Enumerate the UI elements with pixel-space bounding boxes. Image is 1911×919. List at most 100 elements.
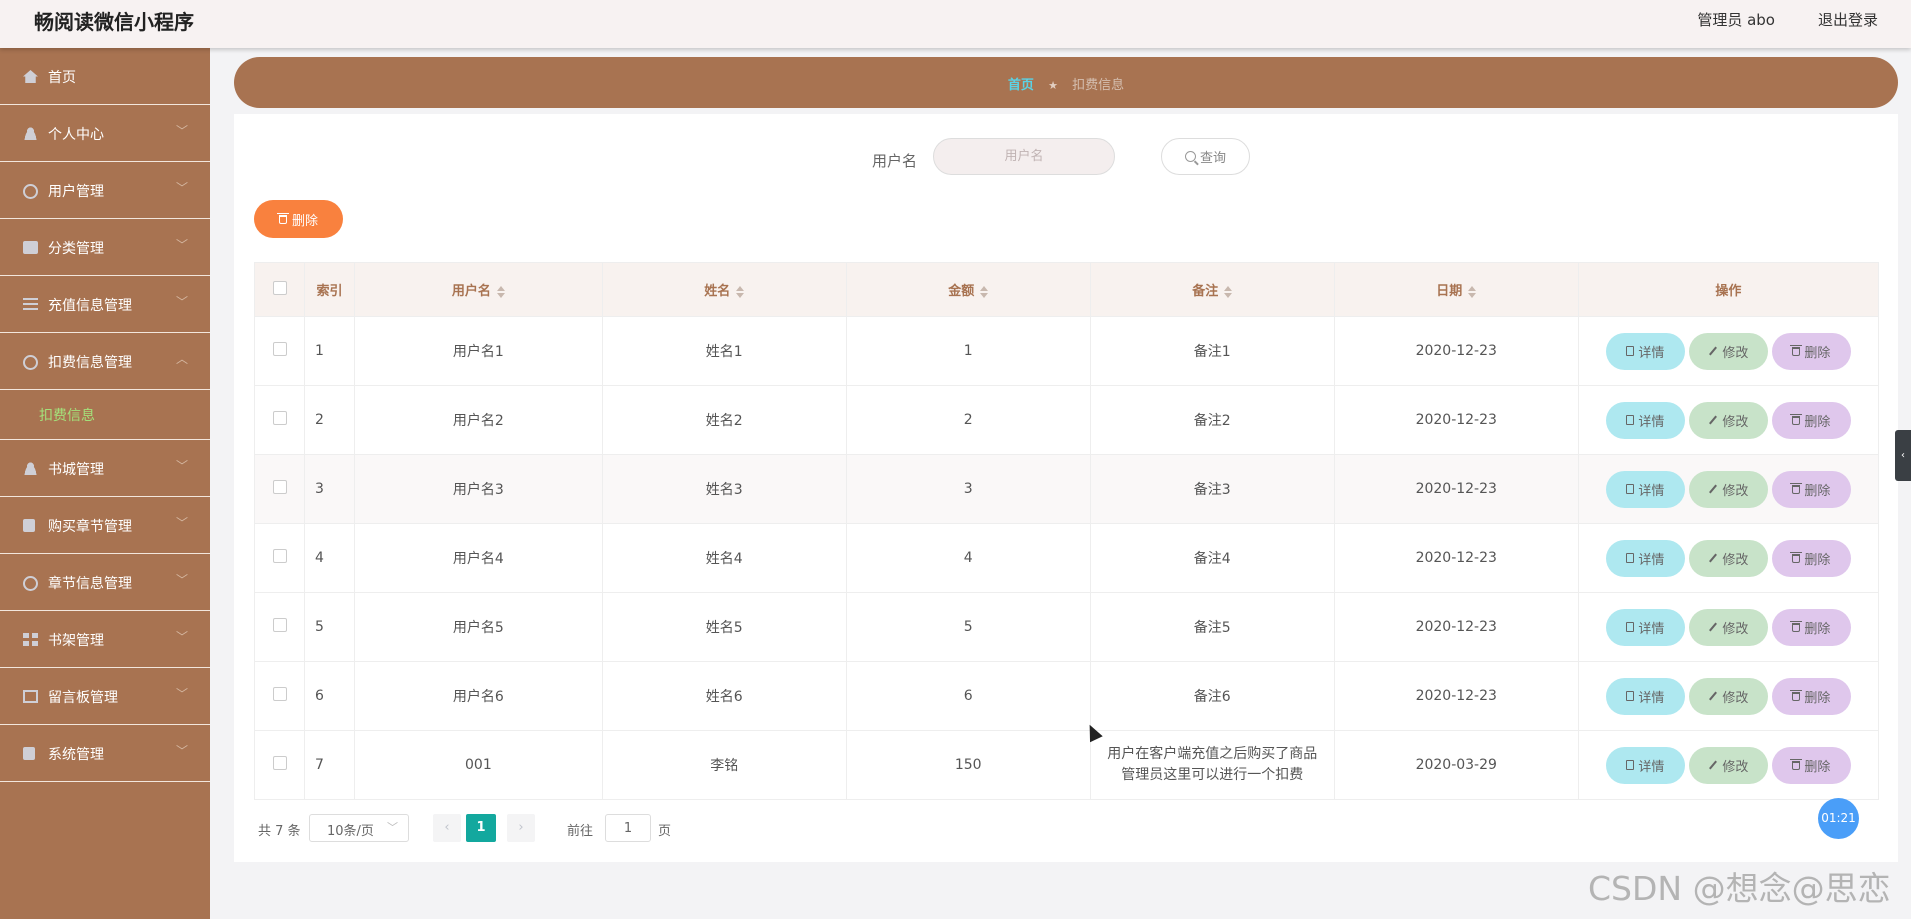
- loading-icon: [23, 355, 38, 370]
- cell-index: 2: [304, 385, 356, 455]
- detail-button[interactable]: 详情: [1605, 401, 1685, 439]
- goto-page-input[interactable]: [605, 814, 651, 842]
- delete-button[interactable]: 删除: [1771, 332, 1851, 370]
- table-row: 3 用户名3 姓名3 3 备注3 2020-12-23 详情 修改 删除: [253, 454, 1880, 524]
- edit-label: 修改: [1722, 483, 1749, 499]
- trash-icon: [1790, 482, 1803, 494]
- edit-label: 修改: [1722, 690, 1749, 706]
- sort-icon[interactable]: [496, 285, 505, 298]
- bulk-delete-button[interactable]: 删除: [254, 200, 343, 238]
- breadcrumb-home[interactable]: 首页: [1008, 78, 1034, 93]
- sort-icon[interactable]: [1224, 285, 1233, 298]
- page-suffix: 页: [658, 824, 672, 839]
- detail-button[interactable]: 详情: [1605, 608, 1685, 646]
- cell-username: 001: [354, 730, 603, 800]
- cell-amount: 1: [845, 316, 1091, 386]
- cell-date: 2020-12-23: [1333, 523, 1579, 593]
- edit-button[interactable]: 修改: [1688, 677, 1768, 715]
- table-row: 6 用户名6 姓名6 6 备注6 2020-12-23 详情 修改 删除: [253, 661, 1880, 731]
- col-username[interactable]: 用户名: [354, 262, 603, 317]
- row-checkbox[interactable]: [272, 342, 287, 356]
- document-icon: [1626, 622, 1635, 632]
- edit-button[interactable]: 修改: [1688, 332, 1768, 370]
- row-checkbox[interactable]: [272, 549, 287, 563]
- delete-button[interactable]: 删除: [1771, 401, 1851, 439]
- detail-button[interactable]: 详情: [1605, 470, 1685, 508]
- cell-actions: 详情 修改 删除: [1577, 316, 1880, 386]
- col-note-label: 备注: [1192, 284, 1219, 299]
- detail-label: 详情: [1638, 621, 1665, 637]
- sidebar-item-profile[interactable]: 个人中心 ﹀: [0, 105, 210, 162]
- col-note[interactable]: 备注: [1089, 262, 1335, 317]
- cell-name: 姓名1: [601, 316, 847, 386]
- table-row: 1 用户名1 姓名1 1 备注1 2020-12-23 详情 修改 删除: [253, 316, 1880, 386]
- sort-icon[interactable]: [980, 285, 989, 298]
- page-1-button[interactable]: 1: [466, 814, 496, 842]
- edit-button[interactable]: 修改: [1688, 746, 1768, 784]
- next-page-button[interactable]: ›: [507, 814, 535, 842]
- cell-name: 姓名5: [601, 592, 847, 662]
- row-checkbox[interactable]: [272, 687, 287, 701]
- sidebar-item-home[interactable]: 首页: [0, 48, 210, 105]
- sidebar-item-recharge[interactable]: 充值信息管理 ﹀: [0, 276, 210, 333]
- sidebar-subitem-deduction-info[interactable]: 扣费信息: [0, 390, 210, 440]
- cell-username: 用户名5: [354, 592, 603, 662]
- sidebar-item-label: 书城管理: [48, 462, 104, 478]
- trash-icon: [1790, 344, 1803, 356]
- sidebar-item-bookshelf[interactable]: 书架管理 ﹀: [0, 611, 210, 668]
- detail-button[interactable]: 详情: [1605, 539, 1685, 577]
- document-icon: [1626, 760, 1635, 770]
- timer-badge[interactable]: 01:21: [1818, 798, 1859, 839]
- cell-name: 姓名3: [601, 454, 847, 524]
- goto-label: 前往: [567, 824, 594, 839]
- side-collapse-tab[interactable]: ‹: [1895, 430, 1911, 481]
- delete-label: 删除: [1804, 483, 1831, 499]
- edit-button[interactable]: 修改: [1688, 608, 1768, 646]
- row-checkbox[interactable]: [272, 756, 287, 770]
- username-search-input[interactable]: [933, 138, 1115, 175]
- delete-button[interactable]: 删除: [1771, 539, 1851, 577]
- sidebar-item-bookstore[interactable]: 书城管理 ﹀: [0, 440, 210, 497]
- page-size-select[interactable]: 10条/页 ﹀: [309, 814, 409, 842]
- sidebar-item-messages[interactable]: 留言板管理 ﹀: [0, 668, 210, 725]
- col-date[interactable]: 日期: [1333, 262, 1579, 317]
- row-checkbox[interactable]: [272, 618, 287, 632]
- col-name[interactable]: 姓名: [601, 262, 847, 317]
- sidebar-item-system[interactable]: 系统管理 ﹀: [0, 725, 210, 782]
- delete-label: 删除: [1804, 345, 1831, 361]
- select-all-checkbox[interactable]: [272, 280, 287, 295]
- edit-button[interactable]: 修改: [1688, 539, 1768, 577]
- delete-label: 删除: [1804, 690, 1831, 706]
- delete-button[interactable]: 删除: [1771, 608, 1851, 646]
- detail-button[interactable]: 详情: [1605, 746, 1685, 784]
- search-button-label: 查询: [1199, 151, 1226, 166]
- pagination-total: 共 7 条: [258, 824, 301, 839]
- sidebar-item-label: 个人中心: [48, 127, 104, 143]
- logout-link[interactable]: 退出登录: [1818, 9, 1878, 30]
- document-icon: [1626, 346, 1635, 356]
- edit-button[interactable]: 修改: [1688, 401, 1768, 439]
- detail-button[interactable]: 详情: [1605, 677, 1685, 715]
- delete-button[interactable]: 删除: [1771, 746, 1851, 784]
- edit-button[interactable]: 修改: [1688, 470, 1768, 508]
- note-line: 管理员这里可以进行一个扣费: [1121, 767, 1304, 783]
- sidebar-item-purchase-chapters[interactable]: 购买章节管理 ﹀: [0, 497, 210, 554]
- delete-button[interactable]: 删除: [1771, 470, 1851, 508]
- sidebar-item-label: 充值信息管理: [48, 298, 132, 314]
- sidebar-item-categories[interactable]: 分类管理 ﹀: [0, 219, 210, 276]
- row-checkbox[interactable]: [272, 480, 287, 494]
- cell-username: 用户名4: [354, 523, 603, 593]
- sidebar-item-chapters[interactable]: 章节信息管理 ﹀: [0, 554, 210, 611]
- sidebar-item-users[interactable]: 用户管理 ﹀: [0, 162, 210, 219]
- sidebar-item-deduction[interactable]: 扣费信息管理 ︿: [0, 333, 210, 390]
- row-checkbox[interactable]: [272, 411, 287, 425]
- detail-button[interactable]: 详情: [1605, 332, 1685, 370]
- delete-button[interactable]: 删除: [1771, 677, 1851, 715]
- col-amount[interactable]: 金额: [845, 262, 1091, 317]
- search-button[interactable]: 查询: [1161, 138, 1250, 175]
- sort-icon[interactable]: [736, 285, 745, 298]
- prev-page-button[interactable]: ‹: [433, 814, 461, 842]
- sort-icon[interactable]: [1468, 285, 1477, 298]
- select-all-cell: [253, 262, 306, 317]
- table-row: 4 用户名4 姓名4 4 备注4 2020-12-23 详情 修改 删除: [253, 523, 1880, 593]
